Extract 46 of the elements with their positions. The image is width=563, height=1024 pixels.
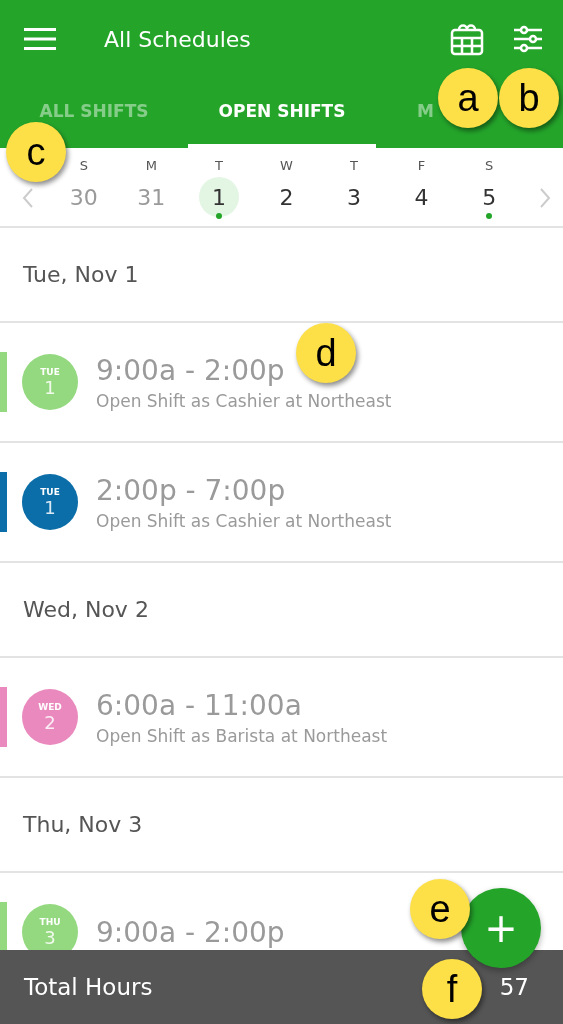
day-number: 2 — [278, 183, 295, 212]
settings-icon[interactable] — [513, 25, 543, 53]
shift-time: 6:00a - 11:00a — [96, 688, 303, 722]
callout-marker: c — [6, 122, 66, 182]
weekday-label: M — [145, 157, 157, 175]
day-number: 3 — [346, 183, 363, 212]
calendar-day[interactable]: S 5 — [467, 155, 512, 219]
day-number: 31 — [136, 183, 167, 212]
day-number: 5 — [481, 183, 498, 212]
app-title: All Schedules — [104, 26, 252, 52]
date-heading: Thu, Nov 3 — [23, 812, 143, 837]
calendar-day[interactable]: F 4 — [399, 155, 444, 219]
shift-row[interactable]: WED 2 6:00a - 11:00a Open Shift as Barista at Northeast — [0, 658, 563, 778]
shift-time: 9:00a - 2:00p — [96, 353, 286, 387]
day-number: 1 — [198, 177, 239, 217]
total-label: Total Hours — [24, 974, 153, 1000]
calendar-day[interactable]: W 2 — [264, 155, 309, 219]
calendar-icon[interactable] — [449, 21, 485, 57]
weekday-label: W — [280, 157, 293, 175]
weekday-label: S — [485, 157, 494, 175]
shift-detail: Open Shift as Cashier at Northeast — [96, 510, 392, 531]
date-heading: Tue, Nov 1 — [23, 262, 139, 287]
day-number: 4 — [413, 183, 430, 212]
shift-row[interactable]: TUE 1 2:00p - 7:00p Open Shift as Cashier at Northeast — [0, 443, 563, 563]
date-badge: THU 3 — [22, 904, 78, 950]
shift-detail: Open Shift as Barista at Northeast — [96, 725, 388, 746]
shift-detail: Open Shift as Cashier at Northeast — [96, 390, 392, 411]
shift-time: 9:00a - 2:00p — [96, 915, 285, 949]
day-number: 30 — [68, 183, 99, 212]
weekday-label: T — [214, 157, 223, 175]
weekday-label: T — [350, 157, 358, 175]
tab[interactable]: OPEN SHIFTS — [188, 78, 376, 148]
calendar-day[interactable]: M 31 — [129, 155, 174, 219]
total-value: 57 — [499, 974, 529, 1000]
date-badge: WED 2 — [22, 689, 78, 745]
weekday-label: S — [79, 157, 88, 175]
shift-time: 2:00p - 7:00p — [96, 473, 287, 507]
callout-marker: d — [296, 323, 356, 383]
menu-icon[interactable] — [24, 28, 56, 50]
calendar-day[interactable]: T 3 — [332, 155, 377, 219]
weekday-label: F — [417, 157, 426, 175]
calendar-day[interactable]: T 1 — [196, 155, 241, 219]
callout-marker: e — [410, 879, 470, 939]
date-badge: TUE 1 — [22, 474, 78, 530]
date-badge: TUE 1 — [22, 354, 78, 410]
date-heading: Wed, Nov 2 — [23, 597, 149, 622]
